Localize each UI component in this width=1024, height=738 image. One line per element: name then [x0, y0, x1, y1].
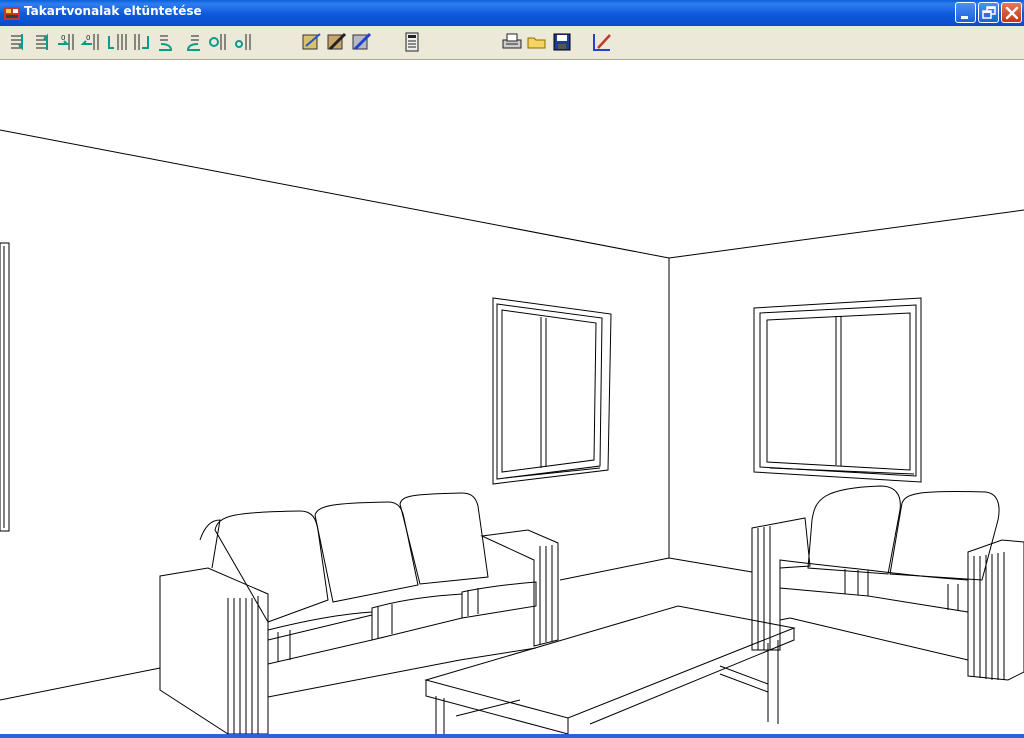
zoom-out-button[interactable]	[230, 30, 254, 54]
window-bottom-border	[0, 734, 1024, 738]
close-button[interactable]	[1001, 2, 1022, 23]
rotate-left-icon: 0	[58, 34, 74, 50]
print-button[interactable]	[500, 30, 524, 54]
open-folder-icon	[527, 37, 546, 49]
exit-edit-button[interactable]	[590, 30, 614, 54]
tilt-up-icon	[134, 34, 149, 50]
save-disk-button[interactable]	[550, 30, 574, 54]
move-up-icon	[36, 33, 48, 50]
move-down-icon	[11, 34, 23, 51]
right-window	[753, 297, 922, 483]
zoom-out-icon	[235, 34, 251, 50]
three-seat-sofa	[159, 492, 559, 734]
turn-right-icon	[186, 35, 200, 51]
minimize-button[interactable]	[955, 2, 976, 23]
close-icon	[1005, 6, 1019, 20]
left-wall-frame	[0, 242, 10, 532]
left-window	[492, 297, 612, 485]
move-down-button[interactable]	[5, 30, 29, 54]
room-walls	[0, 129, 1024, 701]
coffee-table	[424, 605, 796, 734]
restore-button[interactable]	[978, 2, 999, 23]
pencil-draw-button[interactable]	[325, 30, 349, 54]
drafting-app-icon	[4, 7, 20, 20]
turn-left-icon	[159, 35, 173, 51]
tilt-down-icon	[108, 34, 127, 50]
pencil-draw-icon	[327, 32, 347, 51]
calculator-icon	[405, 32, 419, 52]
title-bar[interactable]: Takartvonalak eltüntetése	[0, 0, 1024, 26]
tilt-down-button[interactable]	[105, 30, 129, 54]
pen-draw-icon	[352, 32, 372, 51]
calculator-button[interactable]	[400, 30, 424, 54]
svg-text:0: 0	[61, 34, 65, 42]
save-disk-icon	[553, 33, 571, 51]
zoom-in-button[interactable]	[205, 30, 229, 54]
zoom-in-icon	[209, 34, 226, 50]
rotate-right-button[interactable]: 0	[80, 30, 104, 54]
minimize-icon	[961, 16, 968, 19]
print-icon	[502, 33, 522, 49]
drawing-canvas[interactable]	[0, 60, 1024, 734]
restore-icon	[982, 6, 996, 19]
open-folder-button[interactable]	[525, 30, 549, 54]
svg-text:0: 0	[86, 34, 90, 42]
pen-draw-button[interactable]	[350, 30, 374, 54]
turn-left-button[interactable]	[155, 30, 179, 54]
hidden-line-button[interactable]	[300, 30, 324, 54]
window-title: Takartvonalak eltüntetése	[24, 4, 202, 18]
rotate-right-icon: 0	[80, 34, 99, 50]
toolbar: 0 0	[0, 26, 1024, 60]
hidden-line-icon	[302, 33, 321, 50]
exit-edit-icon	[593, 34, 611, 51]
tilt-up-button[interactable]	[130, 30, 154, 54]
move-up-button[interactable]	[30, 30, 54, 54]
rotate-left-button[interactable]: 0	[55, 30, 79, 54]
two-seat-sofa	[751, 485, 1024, 681]
turn-right-button[interactable]	[180, 30, 204, 54]
